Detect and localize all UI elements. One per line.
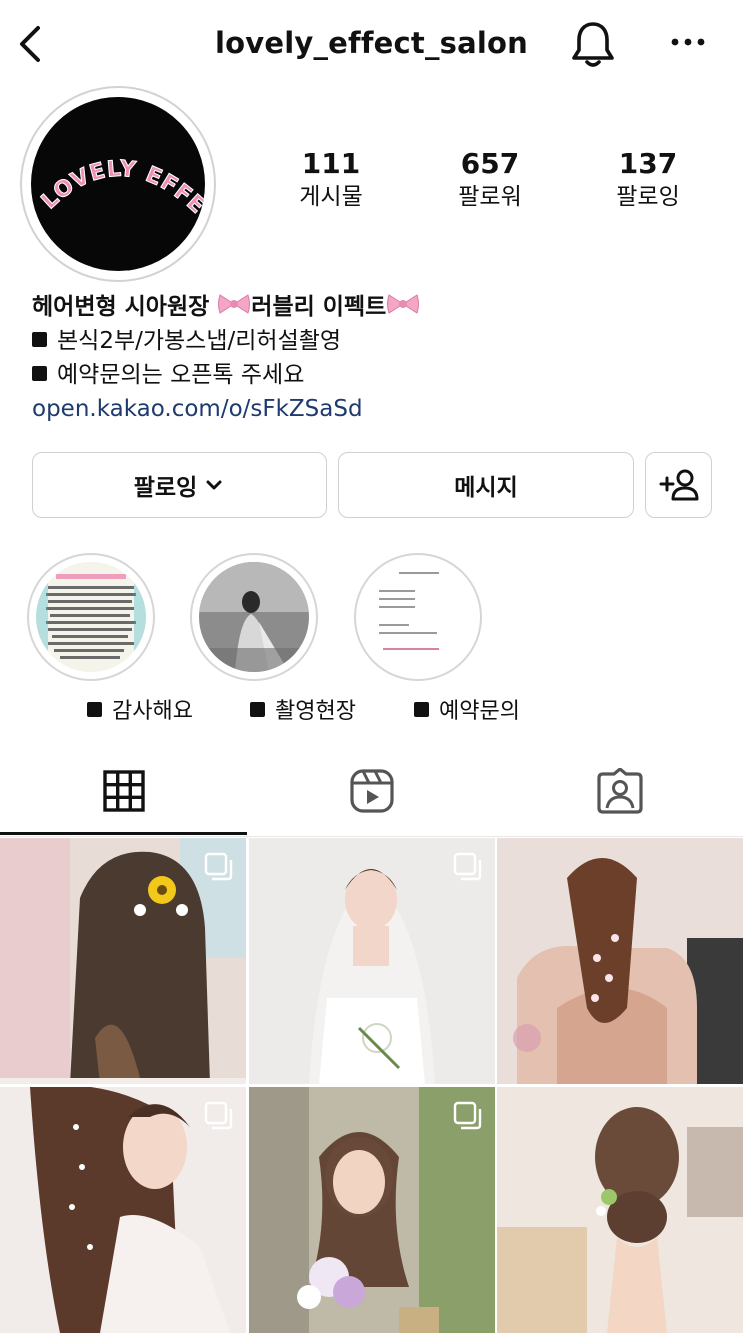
more-horizontal-icon[interactable] — [668, 30, 708, 54]
highlight-ring — [27, 553, 155, 681]
tab-posts[interactable] — [0, 745, 247, 837]
tab-reels[interactable] — [248, 745, 495, 837]
bio-line-2-text: 예약문의는 오픈톡 주세요 — [57, 362, 305, 388]
bio: 헤어변형 시아원장 러블리 이펙트 본식2부/가봉스냅/리허설촬영 예약문의는 … — [32, 290, 722, 426]
bio-line-1: 본식2부/가봉스냅/리허설촬영 — [32, 324, 722, 358]
grid-post[interactable] — [497, 1087, 743, 1333]
active-tab-indicator — [0, 832, 247, 835]
profile-tabs — [0, 745, 743, 837]
message-button[interactable]: 메시지 — [338, 452, 634, 518]
tab-tagged[interactable] — [496, 745, 743, 837]
following-button[interactable]: 팔로잉 — [32, 452, 327, 518]
stat-followers[interactable]: 657 팔로워 — [415, 146, 565, 212]
avatar[interactable]: LOVELY EFFECT — [31, 97, 205, 271]
grid-post[interactable] — [497, 838, 743, 1084]
posts-count: 111 — [301, 147, 361, 180]
highlight-label-text: 감사해요 — [112, 699, 193, 724]
highlight-cover — [363, 562, 473, 672]
highlight-reservation[interactable]: 예약문의 — [353, 553, 520, 724]
bio-name-part2: 러블리 이펙트 — [251, 294, 387, 320]
posts-label: 게시물 — [299, 184, 363, 210]
square-bullet-icon — [414, 702, 430, 717]
add-user-icon — [659, 469, 698, 501]
followers-count: 657 — [460, 147, 520, 180]
square-bullet-icon — [32, 332, 47, 347]
multiple-photos-icon — [204, 1101, 233, 1130]
grid-icon — [102, 770, 145, 812]
avatar-logo: LOVELY EFFECT — [31, 97, 205, 220]
tagged-icon — [596, 768, 643, 814]
following-count: 137 — [618, 147, 678, 180]
bio-line-2: 예약문의는 오픈톡 주세요 — [32, 358, 722, 392]
grid-post[interactable] — [249, 838, 495, 1084]
profile-username: lovely_effect_salon — [214, 26, 529, 60]
multiple-photos-icon — [453, 852, 482, 881]
bio-line-1-text: 본식2부/가봉스냅/리허설촬영 — [57, 328, 342, 354]
highlight-ring — [354, 553, 482, 681]
stat-following[interactable]: 137 팔로잉 — [573, 146, 723, 212]
bio-name-line: 헤어변형 시아원장 러블리 이펙트 — [32, 290, 722, 324]
highlight-cover — [36, 562, 146, 672]
highlight-shooting[interactable]: 촬영현장 — [189, 553, 356, 724]
message-button-label: 메시지 — [454, 475, 518, 501]
followers-label: 팔로워 — [458, 184, 522, 210]
top-bar: lovely_effect_salon — [0, 0, 743, 90]
highlight-ring — [190, 553, 318, 681]
following-button-label: 팔로잉 — [133, 475, 198, 501]
ribbon-icon — [218, 294, 251, 314]
add-user-button[interactable] — [645, 452, 712, 518]
bio-link[interactable]: open.kakao.com/o/sFkZSaSd — [32, 392, 722, 426]
bell-icon[interactable] — [568, 18, 618, 70]
reels-icon — [349, 769, 394, 813]
stat-posts[interactable]: 111 게시물 — [256, 146, 406, 212]
bio-name-part1: 헤어변형 시아원장 — [32, 294, 218, 320]
square-bullet-icon — [87, 702, 103, 717]
multiple-photos-icon — [453, 1101, 482, 1130]
highlight-cover — [199, 562, 309, 672]
multiple-photos-icon — [204, 852, 233, 881]
chevron-down-icon — [206, 480, 222, 490]
grid-post[interactable] — [0, 838, 246, 1084]
highlight-thanks[interactable]: 감사해요 — [26, 553, 193, 724]
square-bullet-icon — [250, 702, 266, 717]
grid-post[interactable] — [249, 1087, 495, 1333]
highlight-label-text: 촬영현장 — [275, 699, 356, 724]
ribbon-icon — [387, 294, 420, 314]
grid-post[interactable] — [0, 1087, 246, 1333]
highlight-label: 예약문의 — [367, 693, 567, 725]
square-bullet-icon — [32, 366, 47, 381]
following-label: 팔로잉 — [616, 184, 680, 210]
highlight-label-text: 예약문의 — [439, 699, 520, 724]
